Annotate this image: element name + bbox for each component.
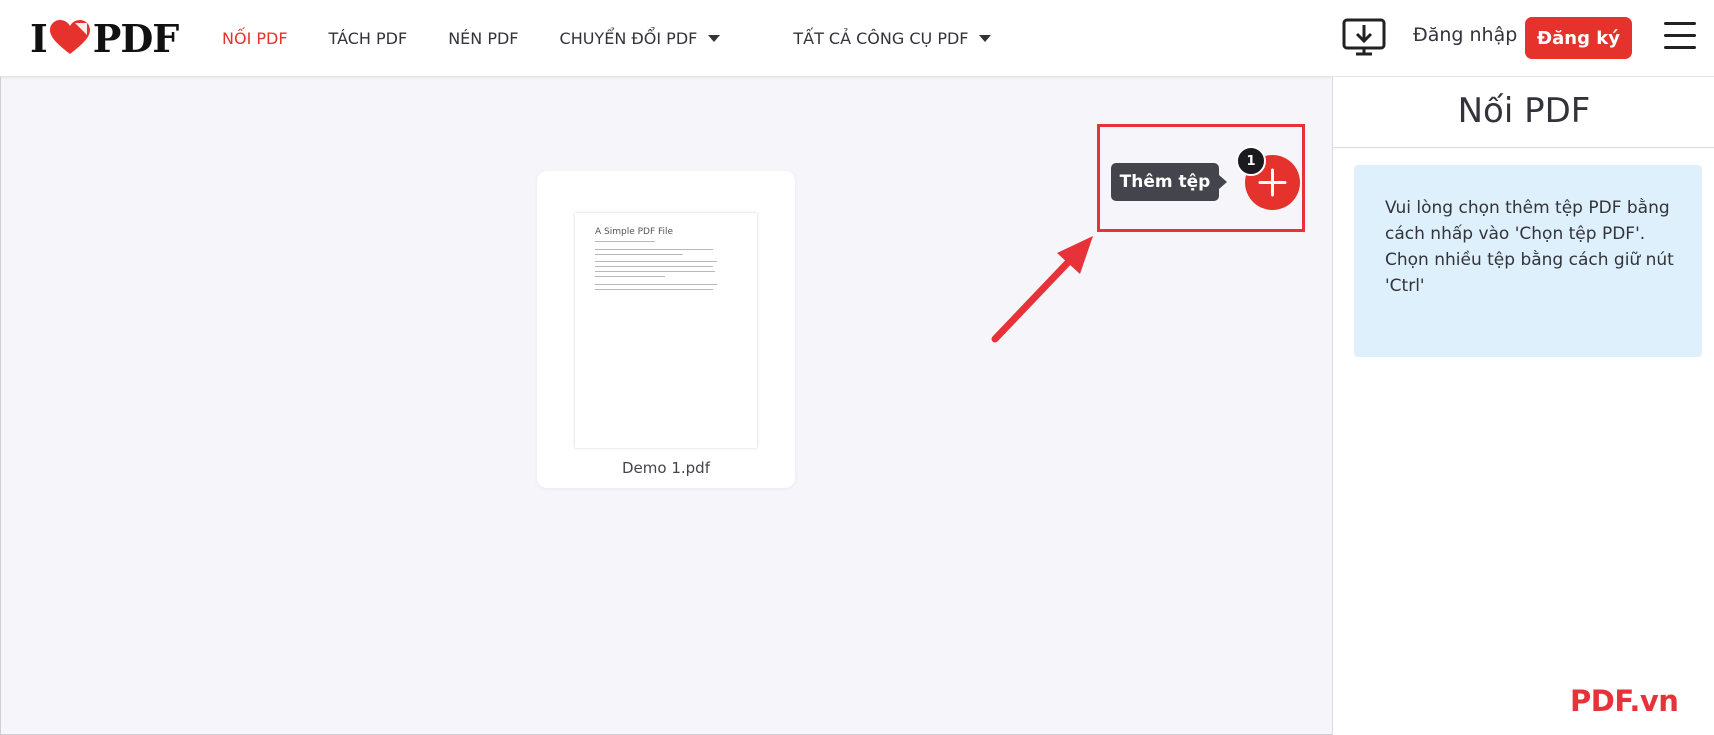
pdf-thumbnail: A Simple PDF File: [575, 213, 757, 448]
sidebar-divider: [1333, 147, 1714, 148]
thumbnail-title: A Simple PDF File: [595, 227, 674, 237]
main-nav: NỐI PDF TÁCH PDF NÉN PDF CHUYỂN ĐỔI PDF …: [222, 0, 1032, 77]
caret-down-icon: [979, 35, 992, 42]
info-box: Vui lòng chọn thêm tệp PDF bằng cách nhấ…: [1354, 165, 1702, 357]
right-sidebar: Nối PDF Vui lòng chọn thêm tệp PDF bằng …: [1332, 77, 1714, 735]
annotation-arrow-icon: [991, 236, 1093, 343]
sidebar-title: Nối PDF: [1457, 91, 1591, 131]
file-count-badge: 1: [1236, 146, 1266, 176]
info-text-ctrl: Chọn nhiều tệp bằng cách giữ nút 'Ctrl': [1385, 250, 1674, 296]
logo-letter-i: I: [30, 15, 48, 61]
top-header: I PDF NỐI PDF TÁCH PDF NÉN PDF CHUYỂN ĐỔ…: [0, 0, 1714, 77]
nav-compress-pdf[interactable]: NÉN PDF: [448, 29, 518, 48]
logo-text-pdf: PDF: [92, 15, 180, 61]
heart-logo-icon: [49, 20, 90, 54]
info-text-select: Vui lòng chọn thêm tệp PDF bằng cách nhấ…: [1385, 198, 1670, 244]
file-card[interactable]: A Simple PDF File Demo 1.pdf: [537, 171, 795, 488]
caret-down-icon: [708, 35, 721, 42]
nav-merge-pdf[interactable]: NỐI PDF: [222, 29, 288, 48]
signup-button[interactable]: Đăng ký: [1525, 17, 1632, 59]
hamburger-menu-icon[interactable]: [1664, 22, 1696, 52]
watermark-logo: PDF.vn: [1570, 684, 1679, 718]
plus-icon: [1258, 168, 1287, 197]
login-link[interactable]: Đăng nhập: [1413, 24, 1517, 46]
nav-all-tools[interactable]: TẤT CẢ CÔNG CỤ PDF: [793, 29, 992, 48]
nav-convert-pdf[interactable]: CHUYỂN ĐỔI PDF: [560, 29, 721, 48]
nav-split-pdf[interactable]: TÁCH PDF: [329, 29, 408, 48]
add-file-tooltip: Thêm tệp: [1111, 163, 1227, 201]
file-workspace: A Simple PDF File Demo 1.pdf Thêm tệp 1: [0, 77, 1332, 735]
ilovepdf-logo[interactable]: I PDF: [30, 15, 180, 61]
desktop-download-icon[interactable]: [1342, 18, 1386, 58]
file-name: Demo 1.pdf: [622, 459, 710, 477]
